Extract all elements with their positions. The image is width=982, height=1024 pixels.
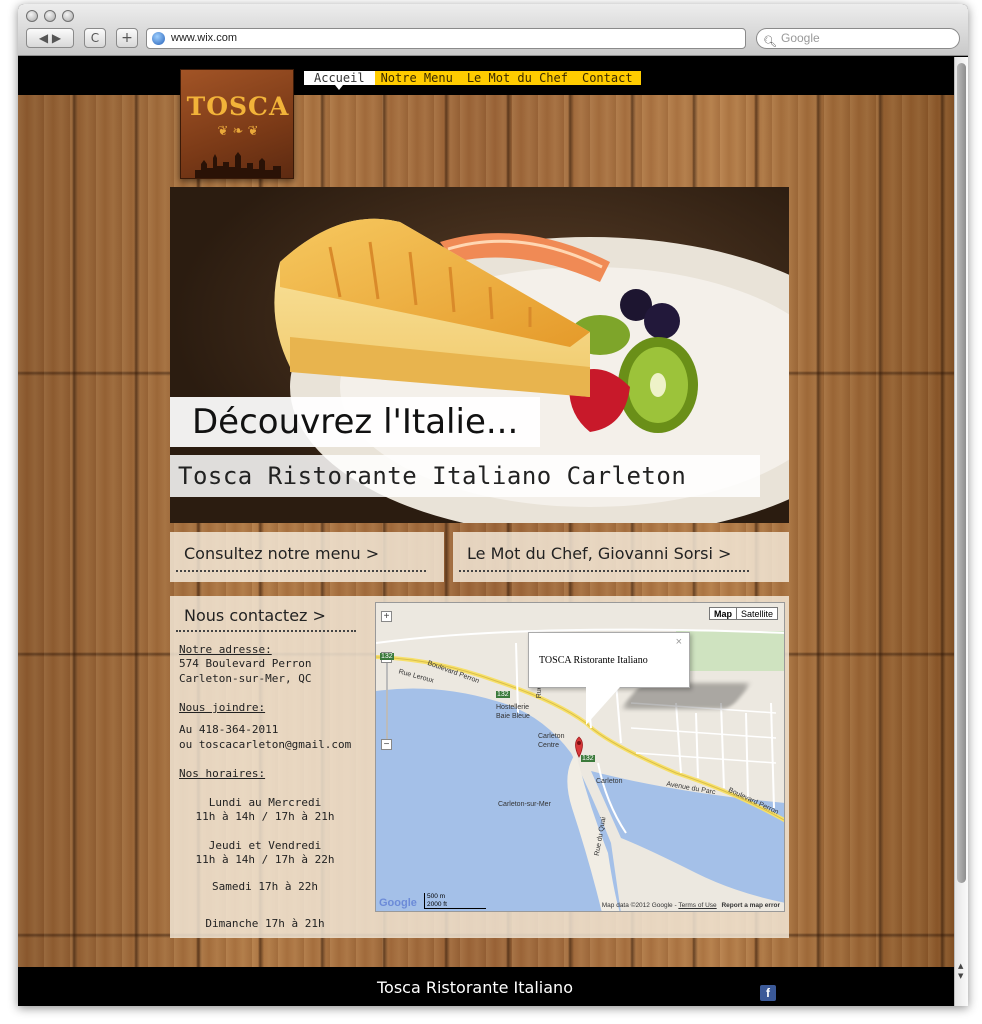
hours-days: Jeudi et Vendredi [208,839,322,852]
map-label: Centre [538,742,560,749]
hours-time: 11h à 14h / 17h à 21h [195,810,335,823]
scale-metric: 500 m [427,893,446,900]
contact-title-link[interactable]: Nous contactez > [184,606,326,625]
logo-ornament-icon: ❦ ❧ ❦ [217,124,259,139]
address-bar[interactable]: www.wix.com [146,28,746,49]
hours-heading: Nos horaires: [179,767,266,780]
browser-toolbar: ◀ ▶ C + www.wix.com 🔍︎ Google [18,4,968,56]
reach-heading: Nous joindre: [179,701,266,714]
map-label: Carleton [538,733,565,740]
map-type-satellite-button[interactable]: Satellite [736,607,779,620]
page-viewport: TOSCA ❦ ❧ ❦ Accueil Notre Menu Le Mot du… [18,57,954,1006]
phone-number: Au 418-364-2011 [179,723,279,736]
hero-headline: Découvrez l'Italie... [170,397,541,447]
nav-contact[interactable]: Contact [575,71,641,85]
hours-days: Lundi au Mercredi [208,796,322,809]
reload-button[interactable]: C [84,28,106,48]
scale-imperial: 2000 ft [427,901,447,908]
chef-link-box[interactable]: Le Mot du Chef, Giovanni Sorsi > [453,532,789,582]
email-address[interactable]: ou toscacarleton@gmail.com [179,737,351,752]
map-info-window: × TOSCA Ristorante Italiano [528,632,690,688]
contact-section: Nous contactez > Notre adresse: 574 Boul… [170,596,789,938]
info-window-title: TOSCA Ristorante Italiano [539,655,648,666]
zoom-in-button[interactable]: + [381,611,392,622]
address-heading: Notre adresse: [179,643,272,656]
map-label: Carleton [596,778,623,785]
map-label: Baie Bleue [496,713,530,720]
map-data-text: Map data ©2012 Google - [601,902,677,909]
menu-link[interactable]: Consultez notre menu > [184,544,379,563]
site-logo[interactable]: TOSCA ❦ ❧ ❦ [180,69,294,179]
nav-le-mot-du-chef[interactable]: Le Mot du Chef [460,71,576,85]
map-label: Hostellerie [496,704,530,711]
facebook-icon[interactable]: f [760,985,776,1001]
google-logo: Google [379,897,417,909]
browser-window: ◀ ▶ C + www.wix.com 🔍︎ Google TOSCA ❦ ❧ … [18,4,968,1006]
vertical-scrollbar[interactable]: ▲ ▼ [954,57,968,1006]
new-tab-button[interactable]: + [116,28,138,48]
zoom-slider[interactable] [386,663,388,743]
close-icon[interactable]: × [676,636,682,648]
route-shield: 132 [496,691,510,698]
map-label: Carleton-sur-Mer [498,801,551,808]
address-line-2: Carleton-sur-Mer, QC [179,672,312,685]
footer-title: Tosca Ristorante Italiano [377,978,573,997]
report-error-link[interactable]: Report a map error [721,902,780,909]
terms-link[interactable]: Terms of Use [678,902,716,909]
hero-banner: Découvrez l'Italie... Tosca Ristorante I… [170,187,789,523]
main-nav: Accueil Notre Menu Le Mot du Chef Contac… [304,71,641,90]
zoom-out-button[interactable]: − [381,739,392,750]
hero-subtitle: Tosca Ristorante Italiano Carleton [170,455,760,497]
scroll-down-arrow-icon[interactable]: ▼ [958,972,963,980]
dotted-divider [459,570,749,572]
nav-notre-menu[interactable]: Notre Menu [374,71,461,85]
map-scale: 500 m 2000 ft [424,893,486,909]
search-placeholder: Google [781,31,820,45]
close-window-button[interactable] [26,10,38,22]
hours-time: 11h à 14h / 17h à 22h [195,853,335,866]
logo-text: TOSCA [186,92,290,121]
scroll-up-arrow-icon[interactable]: ▲ [958,962,963,970]
map-attribution: Map data ©2012 Google - Terms of Use Rep… [602,902,780,909]
dotted-divider [176,570,426,572]
search-field[interactable]: 🔍︎ Google [756,28,960,49]
back-forward-button[interactable]: ◀ ▶ [26,28,74,48]
menu-link-box[interactable]: Consultez notre menu > [170,532,444,582]
google-map[interactable]: Map Satellite + + − Boulevard Perron Rue… [375,602,785,912]
map-type-map-button[interactable]: Map [709,607,737,620]
route-shield: 132 [581,755,595,762]
url-text: www.wix.com [171,32,238,44]
nav-accueil[interactable]: Accueil [304,71,375,90]
address-line-1: 574 Boulevard Perron [179,657,312,670]
dotted-divider [176,630,356,632]
scrollbar-thumb[interactable] [957,63,966,883]
city-skyline-icon [195,152,281,178]
search-icon: 🔍︎ [763,36,777,48]
chef-link[interactable]: Le Mot du Chef, Giovanni Sorsi > [467,544,731,563]
minimize-window-button[interactable] [44,10,56,22]
hours-days: Samedi 17h à 22h [212,880,318,893]
hours-days: Dimanche 17h à 21h [205,917,325,930]
info-window-tail [586,687,620,725]
zoom-window-button[interactable] [62,10,74,22]
page-footer: Tosca Ristorante Italiano f [18,967,954,1006]
globe-icon [152,32,165,45]
route-shield: 132 [380,653,394,660]
